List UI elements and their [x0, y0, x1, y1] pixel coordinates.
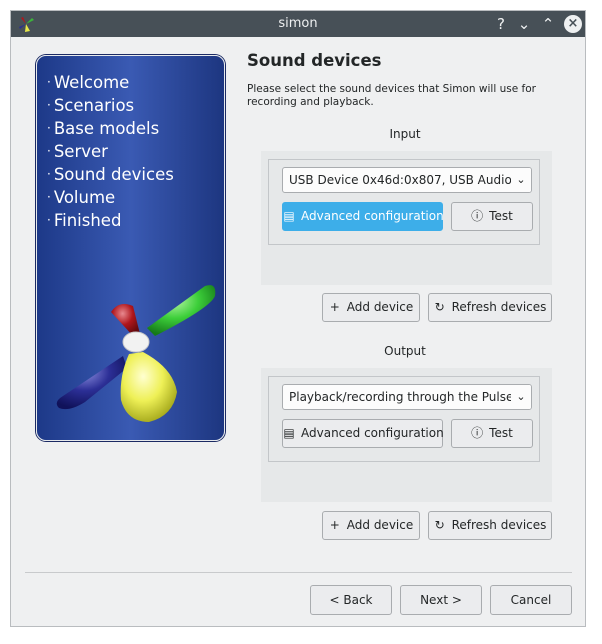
- output-refresh-devices-button[interactable]: ↻ Refresh devices: [428, 511, 552, 540]
- configure-icon: ▤: [283, 426, 295, 440]
- step-volume: · Volume: [47, 188, 116, 207]
- footer-separator: [25, 572, 572, 573]
- page-title: Sound devices: [247, 51, 382, 70]
- maximize-icon[interactable]: ⌃: [538, 14, 558, 34]
- chevron-down-icon: ⌄: [511, 385, 531, 409]
- cancel-button[interactable]: Cancel: [490, 585, 572, 615]
- help-icon[interactable]: ?: [491, 14, 511, 34]
- next-button[interactable]: Next >: [400, 585, 482, 615]
- title-bar[interactable]: simon ? ⌄ ⌃ ×: [11, 11, 585, 37]
- simon-logo-icon: [56, 285, 216, 422]
- refresh-icon: ↻: [434, 518, 445, 532]
- step-welcome: · Welcome: [47, 73, 130, 92]
- step-sound-devices: · Sound devices: [47, 165, 174, 184]
- step-finished: · Finished: [47, 211, 122, 230]
- step-base-models: · Base models: [47, 119, 160, 138]
- output-section-label: Output: [384, 344, 426, 358]
- configure-icon: ▤: [283, 209, 295, 223]
- input-section-label: Input: [389, 127, 421, 141]
- input-advanced-configuration-button[interactable]: ▤ Advanced configuration: [282, 202, 444, 231]
- input-refresh-devices-button[interactable]: ↻ Refresh devices: [428, 293, 552, 322]
- input-device-select[interactable]: USB Device 0x46d:0x807, USB Audio Defaul…: [282, 167, 532, 193]
- output-add-device-button[interactable]: + Add device: [322, 511, 420, 540]
- wizard-window: simon ? ⌄ ⌃ × · Welcome · Scenarios · Base …: [10, 10, 586, 627]
- back-button[interactable]: < Back: [310, 585, 392, 615]
- plus-icon: +: [329, 518, 340, 532]
- output-device-select[interactable]: Playback/recording through the PulseAudi…: [282, 384, 532, 410]
- chevron-down-icon: ⌄: [511, 168, 531, 192]
- refresh-icon: ↻: [434, 300, 445, 314]
- output-advanced-configuration-button[interactable]: ▤ Advanced configuration: [282, 419, 444, 448]
- minimize-icon[interactable]: ⌄: [514, 14, 534, 34]
- output-test-button[interactable]: ⓘ Test: [451, 419, 533, 448]
- wizard-steps: · Welcome · Scenarios · Base models · Server…: [47, 72, 174, 233]
- info-icon: ⓘ: [471, 426, 484, 440]
- input-test-button[interactable]: ⓘ Test: [451, 202, 533, 231]
- step-scenarios: · Scenarios: [47, 96, 135, 115]
- input-add-device-button[interactable]: + Add device: [322, 293, 420, 322]
- step-server: · Server: [47, 142, 108, 161]
- close-icon[interactable]: ×: [564, 15, 582, 33]
- wizard-side-panel: · Welcome · Scenarios · Base models · Server…: [36, 55, 225, 441]
- info-icon: ⓘ: [471, 209, 484, 223]
- plus-icon: +: [329, 300, 340, 314]
- page-description: Please select the sound devices that Sim…: [247, 83, 536, 108]
